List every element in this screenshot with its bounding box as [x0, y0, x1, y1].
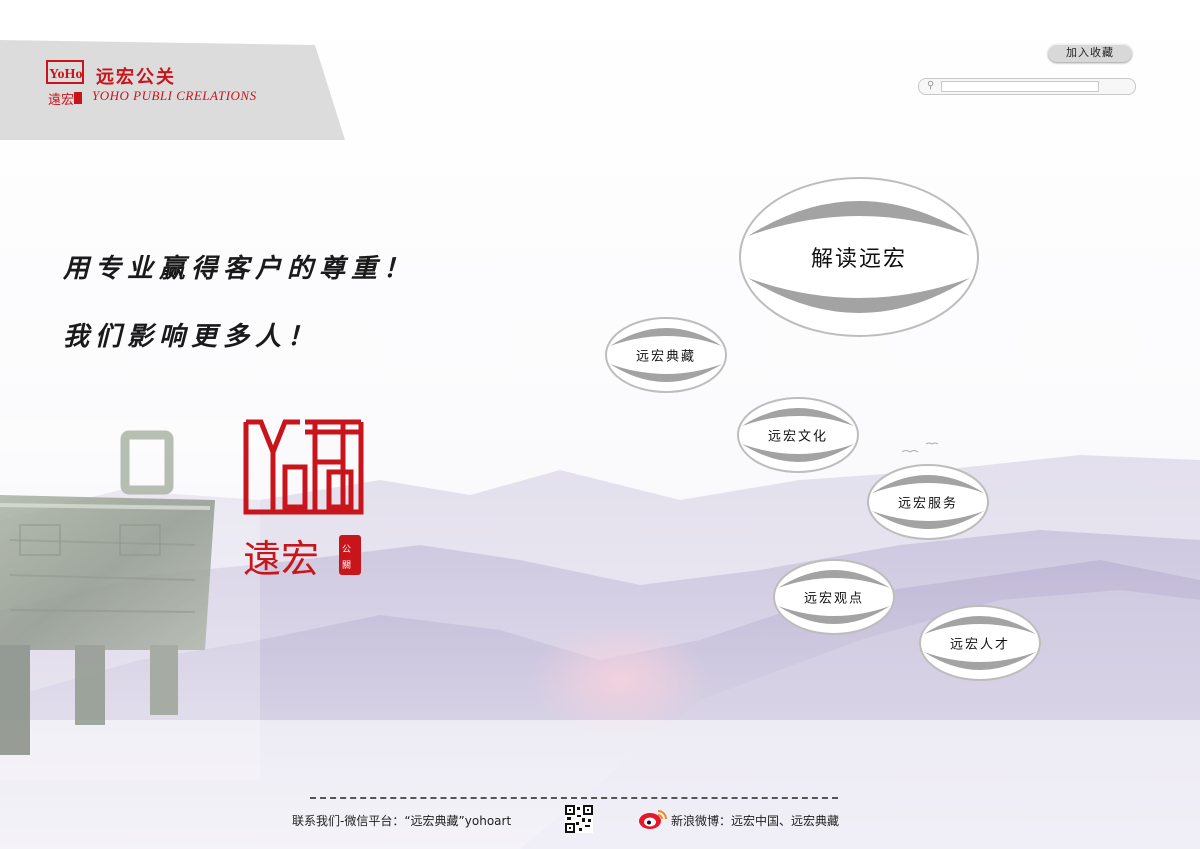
svg-text:遠宏: 遠宏 [48, 93, 74, 108]
magnifier-icon[interactable]: ⚲ [927, 80, 934, 91]
slogan-primary: 用专业赢得客户的尊重！ [63, 254, 416, 284]
brand-name-cn: 远宏公关 [96, 67, 176, 88]
nav-main-about[interactable]: 解读远宏 [738, 176, 980, 338]
slogan-secondary: 我们影响更多人！ [63, 322, 320, 352]
nav-item-label: 远宏观点 [803, 591, 864, 607]
footer-contact-text: 联系我们-微信平台：“远宏典藏”yohoart [292, 814, 512, 828]
nav-item-label: 远宏文化 [767, 429, 828, 445]
svg-text:遠宏: 遠宏 [243, 537, 319, 581]
brand-name-en: YOHO PUBLI CRELATIONS [92, 88, 257, 103]
svg-text:YoHo: YoHo [49, 67, 82, 82]
add-favorite-button[interactable]: 加入收藏 [1048, 44, 1132, 62]
search-input[interactable] [941, 81, 1099, 92]
yoho-seal-logo: 遠宏 公 關 [243, 419, 364, 581]
footer-weibo-text: 新浪微博：远宏中国、远宏典藏 [671, 814, 840, 828]
nav-item-viewpoints[interactable]: 远宏观点 [772, 558, 896, 636]
nav-item-talent[interactable]: 远宏人才 [918, 604, 1042, 682]
nav-item-culture[interactable]: 远宏文化 [736, 396, 860, 474]
nav-item-services[interactable]: 远宏服务 [866, 463, 990, 541]
nav-item-collection[interactable]: 远宏典藏 [604, 316, 728, 394]
nav-item-label: 远宏人才 [949, 637, 1010, 653]
brand-logo-icon[interactable]: YoHo 遠宏 [46, 60, 84, 108]
nav-main-label: 解读远宏 [810, 247, 907, 272]
qr-code-icon [565, 805, 593, 833]
svg-text:公: 公 [342, 544, 351, 555]
search-box[interactable]: ⚲ [918, 78, 1136, 95]
weibo-icon[interactable] [638, 808, 668, 830]
nav-item-label: 远宏典藏 [635, 349, 696, 365]
footer-divider [310, 797, 838, 799]
svg-text:關: 關 [342, 560, 351, 571]
nav-item-label: 远宏服务 [897, 496, 958, 512]
